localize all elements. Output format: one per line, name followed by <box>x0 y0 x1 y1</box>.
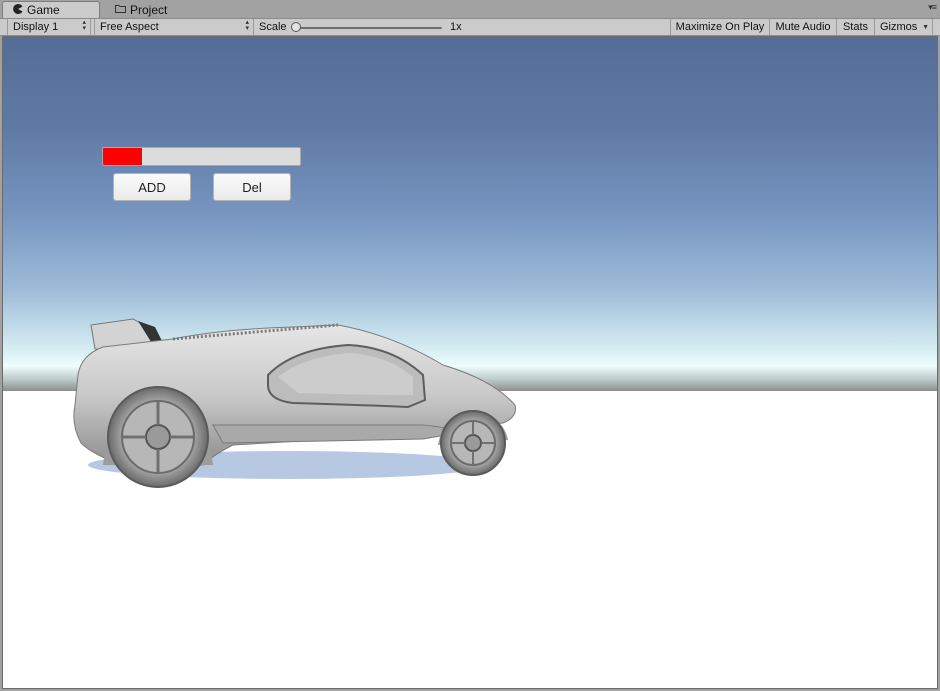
scale-value: 1x <box>450 21 462 33</box>
tab-project-label: Project <box>130 2 168 17</box>
scale-label: Scale <box>254 19 294 35</box>
dropdown-arrows-icon: ▴ ▾ <box>245 19 249 32</box>
car-model <box>73 318 516 488</box>
scale-slider-track[interactable] <box>296 27 442 29</box>
gizmos-dropdown[interactable]: Gizmos ▼ <box>875 19 933 35</box>
health-progress-bar <box>102 147 301 166</box>
game-viewport[interactable]: ADD Del <box>2 36 938 689</box>
del-button[interactable]: Del <box>213 173 291 201</box>
display-dropdown[interactable]: Display 1 ▴ ▾ <box>7 19 91 35</box>
pacman-icon <box>13 3 23 17</box>
maximize-on-play-toggle[interactable]: Maximize On Play <box>670 19 770 35</box>
progress-fill <box>103 148 143 165</box>
game-toolbar: Display 1 ▴ ▾ Free Aspect ▴ ▾ Scale 1x Max… <box>0 19 940 36</box>
maximize-on-play-label: Maximize On Play <box>675 21 765 33</box>
add-button[interactable]: ADD <box>113 173 191 201</box>
editor-tab-bar: Game Project ▾≡ <box>0 0 940 19</box>
display-dropdown-label: Display 1 <box>13 21 59 33</box>
aspect-dropdown[interactable]: Free Aspect ▴ ▾ <box>94 19 254 35</box>
tab-options-menu-icon[interactable]: ▾≡ <box>928 2 937 13</box>
mute-audio-toggle[interactable]: Mute Audio <box>770 19 837 35</box>
scale-label-text: Scale <box>259 21 287 33</box>
gizmos-label: Gizmos <box>880 21 918 33</box>
folder-icon <box>115 4 126 16</box>
scale-slider-thumb[interactable] <box>291 22 301 32</box>
mute-audio-label: Mute Audio <box>775 21 831 33</box>
tab-game-label: Game <box>27 3 60 17</box>
stats-toggle[interactable]: Stats <box>837 19 875 35</box>
dropdown-arrows-icon: ▴ ▾ <box>82 19 86 32</box>
aspect-dropdown-label: Free Aspect <box>100 21 159 33</box>
tab-game[interactable]: Game <box>2 1 100 18</box>
tab-project[interactable]: Project <box>105 1 215 18</box>
chevron-down-icon: ▼ <box>922 24 929 31</box>
stats-label: Stats <box>842 21 869 33</box>
